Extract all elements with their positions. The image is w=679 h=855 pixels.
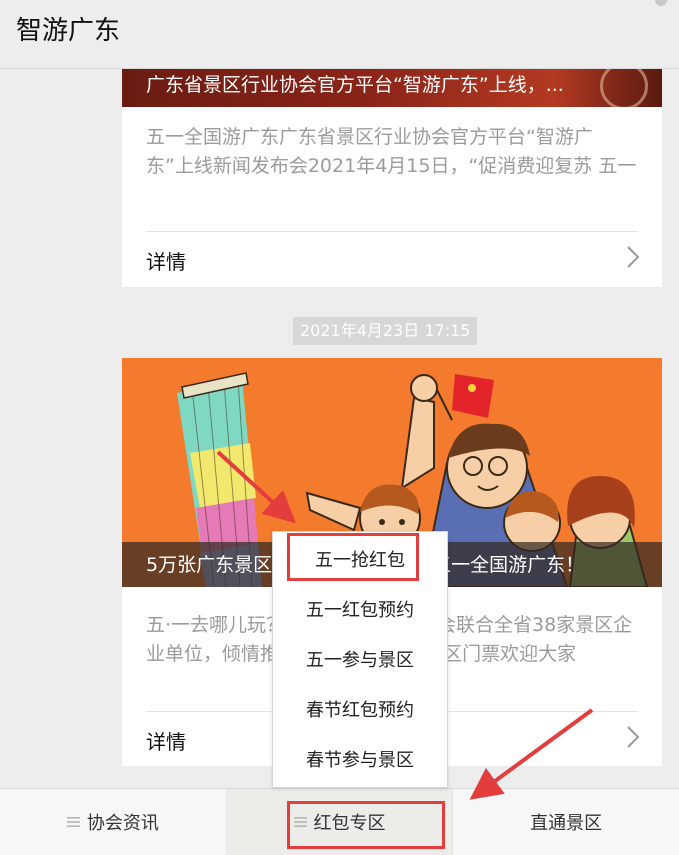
- chevron-right-icon: [627, 246, 640, 268]
- article-banner[interactable]: 广东省景区行业协会官方平台“智游广东”上线，...: [122, 68, 662, 107]
- submenu-item-spring-festival-reservation[interactable]: 春节红包预约: [273, 686, 447, 736]
- article-title: 广东省景区行业协会官方平台“智游广东”上线，...: [146, 74, 564, 96]
- article-card[interactable]: 广东省景区行业协会官方平台“智游广东”上线，... 五一全国游广东广东省景区行业…: [122, 68, 662, 287]
- details-link[interactable]: 详情: [122, 232, 662, 284]
- article-description: 五一全国游广东广东省景区行业协会官方平台“智游广东”上线新闻发布会2021年4月…: [146, 126, 637, 177]
- chevron-right-icon: [627, 726, 640, 748]
- tab-association-news[interactable]: 协会资讯: [0, 789, 227, 855]
- article-title-left: 5万张广东景区: [146, 554, 273, 576]
- tab-direct-scenic-spots[interactable]: 直通景区: [453, 789, 679, 855]
- details-label: 详情: [146, 730, 186, 754]
- tab-label: 直通景区: [530, 813, 603, 834]
- highlight-box-tab: [287, 801, 445, 849]
- page-title: 智游广东: [16, 16, 121, 46]
- banner-decoration: [600, 68, 648, 107]
- message-timestamp: 2021年4月23日 17:15: [293, 317, 478, 345]
- tab-label: 协会资讯: [86, 813, 159, 834]
- article-title-right: 五一全国游广东！: [432, 554, 585, 576]
- submenu-item-spring-festival-scenic-spots[interactable]: 春节参与景区: [273, 736, 447, 786]
- submenu-item-redpacket-reservation[interactable]: 五一红包预约: [273, 586, 447, 636]
- menu-icon: [66, 817, 80, 827]
- submenu-item-participating-scenic-spots[interactable]: 五一参与景区: [273, 636, 447, 686]
- details-label: 详情: [146, 250, 186, 274]
- highlight-box-submenu-item: [287, 533, 419, 581]
- pull-indicator: [655, 0, 667, 6]
- top-bar: 智游广东: [0, 0, 679, 69]
